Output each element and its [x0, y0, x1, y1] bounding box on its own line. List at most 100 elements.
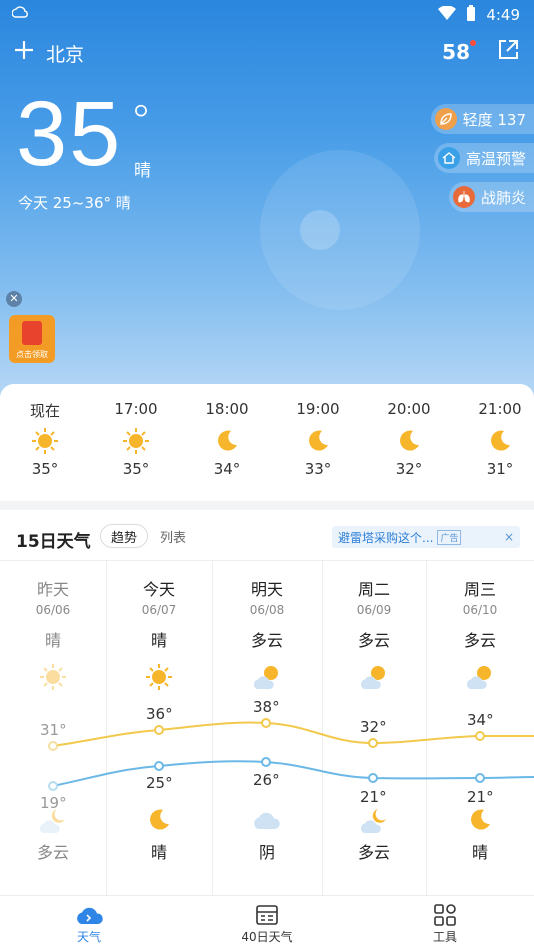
- high-temp-label: 38°: [253, 698, 280, 716]
- grid-icon: [356, 902, 534, 928]
- add-city-button[interactable]: [12, 38, 36, 62]
- low-temp-label: 21°: [467, 788, 494, 806]
- heat-warning-pill[interactable]: 高温预警: [433, 143, 534, 173]
- sky-glow: [260, 150, 420, 310]
- current-condition: 晴: [134, 161, 151, 181]
- top-bar: 北京 58: [0, 36, 534, 72]
- pneumonia-pill[interactable]: 战肺炎: [448, 182, 534, 212]
- hourly-forecast[interactable]: 现在 35° 17:00 35° 18:00 34° 19:00 33° 20:…: [0, 384, 534, 500]
- hour-time: 21:00: [478, 400, 522, 418]
- view-toggle: 趋势 列表: [100, 524, 188, 548]
- low-temp-line: [52, 760, 534, 787]
- tab-40day-label: 40日天气: [241, 930, 293, 944]
- alert-pills: 轻度 137 高温预警 战肺炎: [430, 104, 534, 212]
- low-temp-label: 19°: [40, 794, 67, 812]
- battery-icon: [466, 5, 476, 25]
- hour-time: 现在: [29, 402, 60, 420]
- low-temp-point: [368, 773, 378, 783]
- hour-time: 18:00: [205, 400, 249, 418]
- low-temp-label: 26°: [253, 771, 280, 789]
- sky-glow: [300, 210, 340, 250]
- current-temperature: 35: [16, 83, 123, 185]
- status-bar: 4:49: [0, 0, 534, 30]
- aqi-pill[interactable]: 轻度 137: [430, 104, 534, 134]
- hour-temp: 33°: [304, 460, 332, 478]
- status-time: 4:49: [486, 6, 520, 24]
- high-temp-point: [48, 741, 58, 751]
- share-button[interactable]: [496, 38, 520, 62]
- hourly-item: 18:00 34°: [192, 400, 262, 478]
- share-icon: [499, 40, 518, 59]
- high-temp-label: 32°: [360, 718, 387, 736]
- hour-temp: 35°: [31, 460, 59, 478]
- tab-tools[interactable]: 工具: [356, 896, 534, 949]
- hourly-item: 20:00 32°: [374, 400, 444, 478]
- tab-list[interactable]: 列表: [158, 524, 188, 548]
- low-temp-point: [475, 773, 485, 783]
- hourly-item: 21:00 31°: [465, 400, 534, 478]
- red-envelope-icon: [22, 321, 42, 345]
- plus-icon: [15, 41, 33, 59]
- wifi-icon: [438, 5, 457, 24]
- ad-banner[interactable]: 避雷塔采购这个... 广告 ×: [332, 526, 520, 548]
- tab-tools-label: 工具: [432, 930, 457, 944]
- hour-temp: 35°: [122, 460, 150, 478]
- low-temp-point: [261, 757, 271, 767]
- pneumonia-label: 战肺炎: [480, 188, 526, 207]
- hour-temp: 34°: [213, 460, 241, 478]
- aqi-label: 轻度 137: [462, 110, 526, 129]
- hour-time: 17:00: [114, 400, 158, 418]
- high-temp-point: [261, 718, 271, 728]
- daily-header: 15日天气 趋势 列表 避雷塔采购这个... 广告 ×: [0, 518, 534, 552]
- low-temp-point: [48, 781, 58, 791]
- ad-banner-close[interactable]: ×: [504, 530, 514, 544]
- lungs-icon: [452, 186, 475, 208]
- hour-temp: 31°: [486, 460, 514, 478]
- hour-time: 19:00: [296, 400, 340, 418]
- high-temp-point: [154, 725, 164, 735]
- floating-ad-text: 点击领取: [16, 350, 48, 359]
- tab-trend[interactable]: 趋势: [100, 524, 149, 548]
- temperature-curves: [48, 718, 534, 791]
- high-temp-point: [368, 738, 378, 748]
- calendar-icon: [178, 902, 356, 928]
- degree-symbol: °: [130, 96, 152, 147]
- badge-58-button[interactable]: 58: [442, 40, 476, 64]
- tab-weather-label: 天气: [76, 930, 101, 944]
- cloud-tab-icon: [0, 902, 178, 928]
- section-divider: [0, 501, 534, 510]
- moon-icon: [283, 422, 353, 460]
- daily-forecast[interactable]: 昨天 06/06 晴 多云 今天 06/07 晴 晴 明天 06/08 多云 阴…: [0, 560, 534, 897]
- ad-close-icon[interactable]: ✕: [6, 291, 22, 307]
- heat-warning-label: 高温预警: [465, 149, 526, 168]
- tab-weather[interactable]: 天气: [0, 896, 178, 949]
- notification-icon: [11, 6, 28, 24]
- sun-icon: [10, 422, 80, 460]
- moon-icon: [465, 422, 534, 460]
- high-temp-label: 34°: [467, 711, 494, 729]
- sun-icon: [101, 422, 171, 460]
- heat-warning-icon: [437, 147, 460, 169]
- tab-40day[interactable]: 40日天气: [178, 896, 356, 949]
- daily-title: 15日天气: [16, 532, 91, 552]
- ad-tag: 广告: [437, 529, 462, 545]
- high-temp-line: [52, 721, 534, 747]
- high-temp-label: 31°: [40, 721, 67, 739]
- ad-banner-text: 避雷塔采购这个...: [338, 530, 434, 545]
- low-temp-point: [154, 761, 164, 771]
- badge-58-label: 58: [442, 40, 470, 64]
- high-temp-point: [475, 731, 485, 741]
- floating-ad[interactable]: 点击领取: [9, 315, 55, 363]
- city-name[interactable]: 北京: [46, 40, 84, 67]
- moon-icon: [192, 422, 262, 460]
- moon-icon: [374, 422, 444, 460]
- notification-dot: [470, 40, 476, 46]
- leaf-icon: [434, 108, 457, 130]
- hour-temp: 32°: [395, 460, 423, 478]
- low-temp-label: 25°: [146, 774, 173, 792]
- low-temp-label: 21°: [360, 788, 387, 806]
- high-temp-label: 36°: [146, 705, 173, 723]
- hourly-item: 17:00 35°: [101, 400, 171, 478]
- hourly-item: 19:00 33°: [283, 400, 353, 478]
- hourly-item: 现在 35°: [10, 400, 80, 478]
